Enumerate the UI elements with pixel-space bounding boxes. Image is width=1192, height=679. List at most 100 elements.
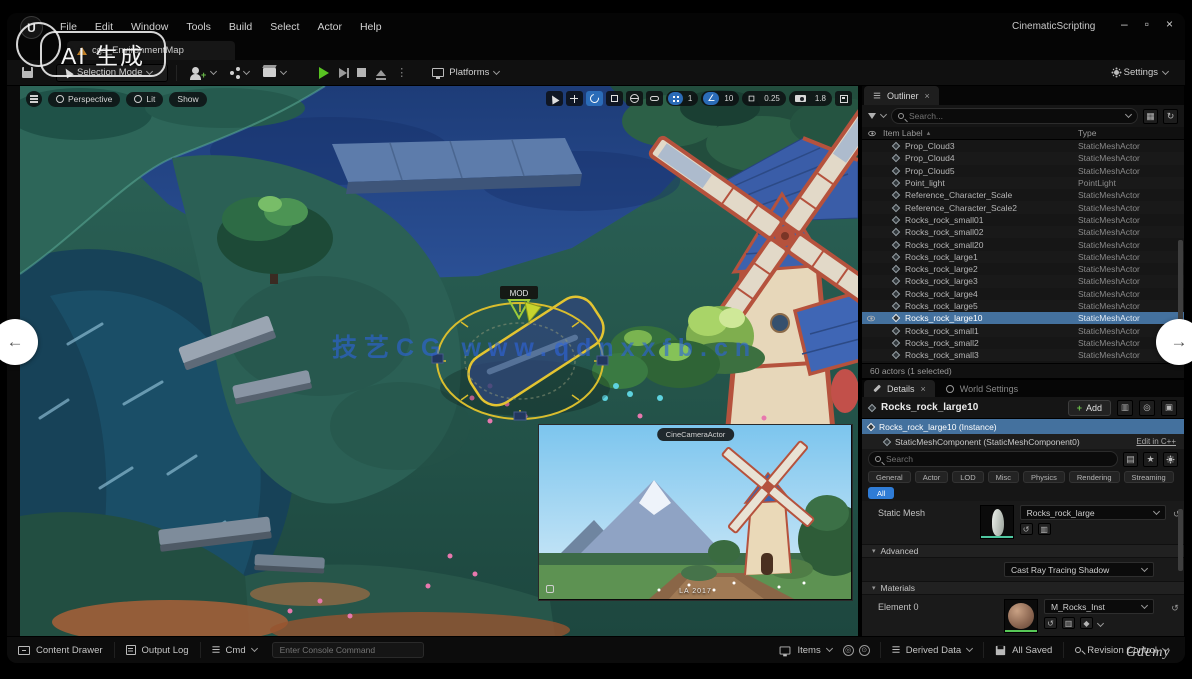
column-item-label[interactable]: Item Label <box>883 128 923 138</box>
use-selected-icon[interactable]: ↺ <box>1044 617 1057 629</box>
console-command-input[interactable] <box>280 645 416 655</box>
content-drawer-button[interactable]: Content Drawer <box>7 637 114 663</box>
blueprints-button[interactable] <box>223 64 256 82</box>
level-instance-button[interactable]: ◎ <box>1139 400 1155 416</box>
eject-button[interactable] <box>376 70 386 76</box>
minimize-button[interactable]: – <box>1121 17 1128 31</box>
maximize-button[interactable]: ▫ <box>1145 17 1149 31</box>
cinematics-button[interactable] <box>256 64 293 82</box>
property-static-mesh[interactable]: Static Mesh Rocks_rock_large ↺ ▥ <box>862 501 1184 545</box>
outliner-row[interactable]: Prop_Cloud3StaticMeshActor <box>862 140 1184 152</box>
filter-pill-physics[interactable]: Physics <box>1023 471 1065 483</box>
frame-skip-button[interactable] <box>339 68 347 78</box>
menu-select[interactable]: Select <box>261 18 308 36</box>
tab-details[interactable]: Details × <box>864 380 935 397</box>
property-advanced-dropdown[interactable]: Cast Ray Tracing Shadow <box>862 558 1184 582</box>
outliner-row[interactable]: Rocks_rock_small02StaticMeshActor <box>862 226 1184 238</box>
display-filter-button[interactable]: ▤ <box>1123 452 1138 467</box>
outliner-settings-button[interactable]: ▦ <box>1143 109 1158 124</box>
add-component-button[interactable]: + Add <box>1068 400 1111 416</box>
grid-snap-control[interactable]: 1 <box>666 91 698 106</box>
focus-icon[interactable]: ⊙ <box>859 645 870 656</box>
outliner-row[interactable]: Rocks_rock_large3StaticMeshActor <box>862 275 1184 287</box>
camera-speed-control[interactable]: 1.8 <box>789 91 832 106</box>
menu-window[interactable]: Window <box>122 18 177 36</box>
tab-world-settings[interactable]: World Settings <box>937 380 1027 397</box>
menu-help[interactable]: Help <box>351 18 391 36</box>
view-mode-dropdown[interactable]: Lit <box>126 92 163 107</box>
translate-tool-button[interactable] <box>566 91 583 106</box>
play-button[interactable] <box>319 67 329 79</box>
visibility-eye-icon[interactable] <box>867 315 875 321</box>
blueprint-button[interactable]: ▥ <box>1117 400 1133 416</box>
component-row-root[interactable]: Rocks_rock_large10 (Instance) <box>862 419 1184 434</box>
outliner-row[interactable]: Rocks_rock_large2StaticMeshActor <box>862 263 1184 275</box>
reset-to-default-icon[interactable]: ↺ <box>1166 595 1184 636</box>
rotation-snap-control[interactable]: ∠ 10 <box>701 91 739 106</box>
filter-pill-misc[interactable]: Misc <box>988 471 1019 483</box>
menu-build[interactable]: Build <box>220 18 261 36</box>
outliner-row[interactable]: Prop_Cloud5StaticMeshActor <box>862 165 1184 177</box>
outliner-row[interactable]: Rocks_rock_large1StaticMeshActor <box>862 251 1184 263</box>
filter-pill-lod[interactable]: LOD <box>952 471 983 483</box>
save-button[interactable] <box>15 64 40 82</box>
outliner-row[interactable]: Reference_Character_ScaleStaticMeshActor <box>862 189 1184 201</box>
chevron-down-icon[interactable] <box>1097 620 1104 627</box>
details-search[interactable] <box>868 451 1118 467</box>
advanced-dropdown[interactable]: Cast Ray Tracing Shadow <box>1004 562 1154 577</box>
outliner-search-input[interactable] <box>909 111 1121 121</box>
favorites-button[interactable]: ★ <box>1143 452 1158 467</box>
camera-speed-value[interactable]: 1.8 <box>811 92 830 105</box>
details-settings-button[interactable] <box>1163 452 1178 467</box>
menu-file[interactable]: File <box>51 18 86 36</box>
rotation-snap-value[interactable]: 10 <box>720 92 737 105</box>
show-dropdown[interactable]: Show <box>169 92 206 107</box>
filter-pill-rendering[interactable]: Rendering <box>1069 471 1120 483</box>
use-selected-icon[interactable]: ↺ <box>1020 523 1033 535</box>
outliner-search[interactable] <box>891 108 1138 124</box>
filter-pill-all[interactable]: All <box>868 487 894 499</box>
browse-to-asset-icon[interactable]: ▥ <box>1062 617 1075 629</box>
maximize-viewport-button[interactable] <box>835 91 852 106</box>
console-command-field[interactable] <box>272 642 424 658</box>
select-tool-button[interactable] <box>546 91 563 106</box>
world-space-toggle[interactable] <box>626 91 643 106</box>
material-thumbnail[interactable] <box>1004 599 1038 633</box>
cmd-dropdown[interactable]: Cmd <box>201 637 268 663</box>
items-dropdown[interactable]: Items <box>768 637 842 663</box>
filter-pill-streaming[interactable]: Streaming <box>1124 471 1174 483</box>
filter-pill-general[interactable]: General <box>868 471 911 483</box>
level-viewport[interactable]: MOD Perspective Lit Show <box>20 86 858 636</box>
play-options-button[interactable]: ⋮ <box>396 66 407 79</box>
outliner-row[interactable]: Rocks_rock_large10StaticMeshActor <box>862 312 1184 324</box>
outliner-row[interactable]: Reference_Character_Scale2StaticMeshActo… <box>862 201 1184 213</box>
component-row-child[interactable]: StaticMeshComponent (StaticMeshComponent… <box>862 434 1184 449</box>
lock-button[interactable]: ▣ <box>1161 400 1177 416</box>
outliner-row[interactable]: Rocks_rock_small1StaticMeshActor <box>862 324 1184 336</box>
section-materials[interactable]: ▾ Materials <box>862 582 1184 595</box>
material-dropdown[interactable]: M_Rocks_Inst <box>1044 599 1154 614</box>
save-status-button[interactable]: All Saved <box>984 637 1063 663</box>
filter-pill-actor[interactable]: Actor <box>915 471 949 483</box>
section-advanced[interactable]: ▾ Advanced <box>862 545 1184 558</box>
chevron-down-icon[interactable] <box>1125 111 1132 118</box>
edit-in-cpp-link[interactable]: Edit in C++ <box>1136 437 1176 446</box>
level-tab[interactable]: cgs_EnvironmentMap <box>67 41 235 60</box>
grid-snap-value[interactable]: 1 <box>684 92 696 105</box>
outliner-row[interactable]: Point_lightPointLight <box>862 177 1184 189</box>
outliner-row[interactable]: Prop_Cloud4StaticMeshActor <box>862 152 1184 164</box>
surface-snap-toggle[interactable] <box>646 91 663 106</box>
filter-icon[interactable] <box>868 113 876 119</box>
outliner-row[interactable]: Rocks_rock_small2StaticMeshActor <box>862 337 1184 349</box>
perspective-dropdown[interactable]: Perspective <box>48 92 120 107</box>
stop-button[interactable] <box>357 68 366 77</box>
scale-snap-control[interactable]: 0.25 <box>742 91 786 106</box>
outliner-row[interactable]: Rocks_rock_large4StaticMeshActor <box>862 288 1184 300</box>
details-search-input[interactable] <box>886 454 1111 464</box>
outliner-row[interactable]: Rocks_rock_small20StaticMeshActor <box>862 238 1184 250</box>
chevron-down-icon[interactable] <box>880 111 887 118</box>
menu-edit[interactable]: Edit <box>86 18 122 36</box>
viewport-menu-button[interactable] <box>26 91 42 107</box>
close-icon[interactable]: × <box>921 384 926 394</box>
material-options-icon[interactable]: ◆ <box>1080 617 1093 629</box>
